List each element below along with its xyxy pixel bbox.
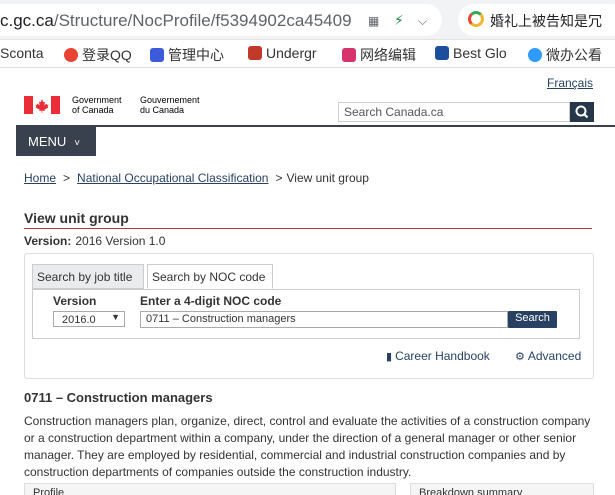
title-underline — [24, 228, 592, 229]
url-domain: c.gc.ca — [0, 11, 54, 30]
tab-search-by-job-title[interactable]: Search by job title — [32, 264, 144, 289]
search-icon — [575, 105, 589, 119]
browser-search-text: 婚礼上被告知是冗 — [490, 13, 602, 29]
noc-search-button[interactable]: Search — [508, 311, 557, 328]
noc-field-label: Enter a 4-digit NOC code — [140, 294, 282, 308]
grid-icon[interactable]: ▦ — [368, 14, 379, 28]
version-select[interactable]: 2016.0 ▼ — [53, 311, 125, 327]
bookmark-item[interactable]: Best Glo — [435, 45, 507, 61]
shield-icon — [248, 46, 262, 60]
chevron-down-icon: ▼ — [111, 312, 120, 322]
unit-group-heading: 0711 – Construction managers — [24, 390, 213, 405]
qq-icon — [64, 48, 78, 62]
version-value: 2016 Version 1.0 — [75, 234, 166, 248]
book-icon: ▮ — [386, 351, 393, 363]
bookmark-item[interactable]: 登录QQ — [64, 45, 132, 65]
lightning-icon[interactable]: ⚡ — [394, 12, 404, 29]
usn-icon — [435, 46, 449, 60]
version-label: Version: — [24, 234, 72, 248]
search-engine-icon — [468, 11, 484, 27]
version-line: Version: 2016 Version 1.0 — [24, 234, 165, 248]
noc-code-input[interactable]: 0711 – Construction managers — [140, 311, 508, 328]
chevron-down-icon: ˅ — [74, 138, 81, 149]
bookmark-item[interactable]: Sconta — [0, 45, 44, 61]
editor-icon — [342, 48, 356, 62]
breadcrumb-separator: > — [63, 171, 71, 185]
office-icon — [528, 48, 542, 62]
career-handbook-link[interactable]: ▮ Career Handbook — [386, 349, 490, 363]
breadcrumb-noc[interactable]: National Occupational Classification — [77, 171, 268, 185]
browser-search-box[interactable]: 婚礼上被告知是冗 — [458, 4, 615, 36]
chevron-down-icon[interactable]: ⌵ — [418, 14, 427, 29]
bookmark-item[interactable]: 网络编辑 — [342, 45, 416, 65]
gear-icon: ⚙ — [515, 351, 525, 363]
gov-signature-en: Government of Canada — [72, 95, 122, 115]
browser-toolbar: c.gc.ca/Structure/NocProfile/f5394902ca4… — [0, 0, 615, 40]
site-search-button[interactable] — [570, 102, 594, 122]
admin-icon — [150, 48, 164, 62]
site-search-input[interactable]: Search Canada.ca — [338, 102, 570, 122]
bookmark-item[interactable]: 微办公看 — [528, 45, 602, 65]
tab-search-by-noc-code[interactable]: Search by NOC code — [147, 264, 273, 289]
menu-button[interactable]: MENU ˅ — [16, 127, 96, 156]
bookmarks-bar: Sconta 登录QQ 管理中心 Undergr 网络编辑 Best Glo 微… — [0, 40, 615, 68]
url-text: c.gc.ca/Structure/NocProfile/f5394902ca4… — [0, 11, 352, 31]
page-title: View unit group — [24, 210, 129, 226]
version-field-label: Version — [53, 294, 97, 308]
bookmark-item[interactable]: 管理中心 — [150, 45, 224, 65]
breadcrumb-current: View unit group — [286, 171, 369, 185]
breakdown-summary-header[interactable]: Breakdown summary — [410, 483, 594, 495]
breadcrumb-separator: > — [275, 171, 283, 185]
advanced-search-link[interactable]: ⚙ Advanced — [515, 349, 581, 363]
header-divider — [16, 125, 615, 127]
unit-group-description: Construction managers plan, organize, di… — [24, 414, 591, 479]
canada-flag-icon — [24, 96, 60, 114]
language-toggle-link[interactable]: Français — [547, 76, 593, 90]
breadcrumb: Home > National Occupational Classificatio… — [24, 171, 369, 185]
breadcrumb-home[interactable]: Home — [24, 171, 56, 185]
profile-panel-header[interactable]: Profile — [24, 483, 396, 495]
url-path: /Structure/NocProfile/f5394902ca454094 — [53, 11, 352, 30]
gov-signature-fr: Gouvernement du Canada — [140, 95, 200, 115]
bookmark-item[interactable]: Undergr — [248, 45, 317, 61]
address-bar[interactable]: c.gc.ca/Structure/NocProfile/f5394902ca4… — [0, 4, 442, 36]
